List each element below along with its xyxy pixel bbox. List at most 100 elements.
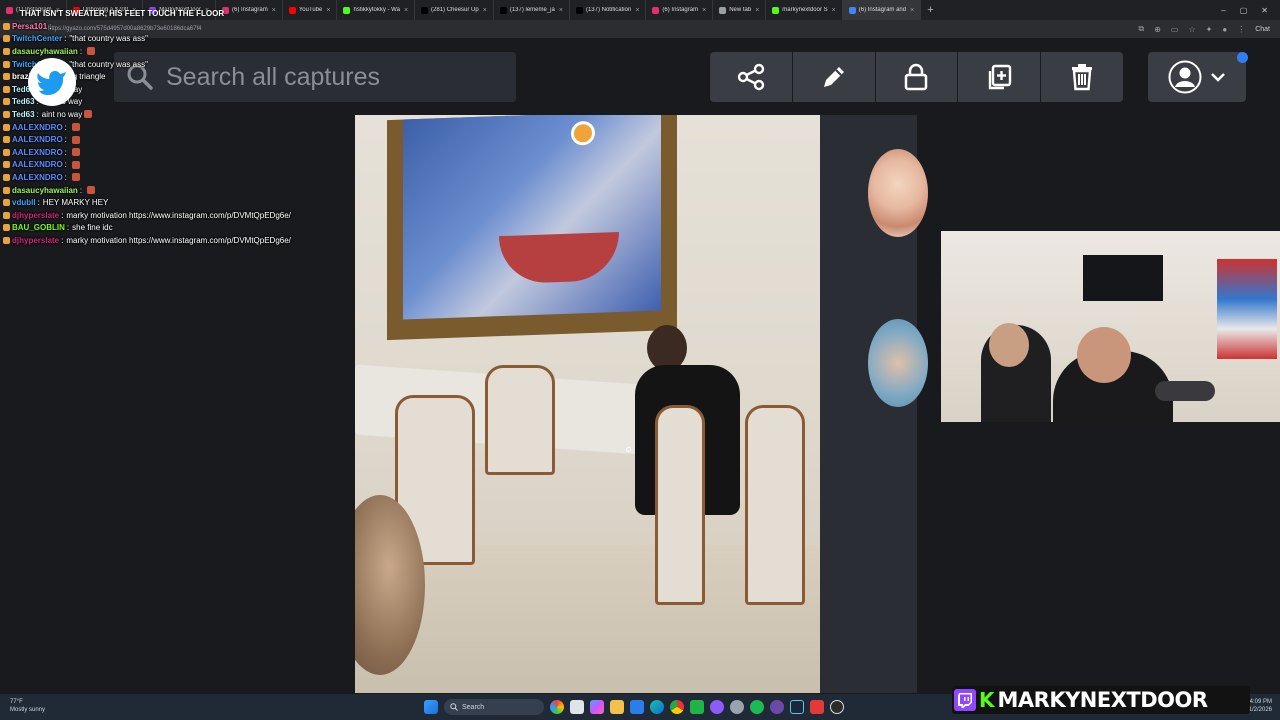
chat-username[interactable]: AALEXNDRO: [12, 173, 63, 182]
lock-button[interactable]: [875, 52, 958, 102]
chat-username[interactable]: dasaucyhawaiian: [12, 186, 78, 195]
chair: [745, 405, 805, 605]
chat-username[interactable]: Ted63: [12, 97, 35, 106]
chat-message: AALEXNDRO:: [3, 121, 343, 134]
streamer-left-head: [989, 323, 1029, 367]
close-window-icon[interactable]: ✕: [1261, 6, 1268, 15]
browser-tab[interactable]: (6) Instagram and ×: [842, 0, 922, 20]
browser-tab[interactable]: (281) Cheesur Up ×: [415, 0, 494, 20]
chat-username[interactable]: AALEXNDRO: [12, 160, 63, 169]
thumbnail[interactable]: [868, 319, 928, 407]
pencil-icon: [823, 67, 844, 87]
tab-favicon-icon: [848, 6, 856, 14]
chat-button[interactable]: Chat: [1255, 26, 1270, 33]
new-tab-icon[interactable]: +: [921, 4, 939, 16]
tab-close-icon[interactable]: ×: [404, 7, 408, 14]
minimize-icon[interactable]: –: [1221, 6, 1225, 15]
chat-text: "that country was ass": [69, 59, 148, 69]
delete-button[interactable]: [1041, 52, 1123, 102]
edit-button[interactable]: [792, 52, 875, 102]
thumbnail[interactable]: [868, 149, 928, 237]
chat-badge-icon: [3, 236, 10, 244]
edge-icon[interactable]: [650, 700, 664, 714]
chat-separator: :: [64, 135, 67, 145]
chat-username[interactable]: TwitchCenter: [12, 34, 62, 43]
tab-close-icon[interactable]: ×: [755, 7, 759, 14]
webcam-overlay: [941, 231, 1280, 422]
chrome-icon[interactable]: [670, 700, 684, 714]
chat-message: djhyperslate: marky motivation https://ww…: [3, 234, 343, 247]
twitch-logo-icon: [954, 689, 976, 711]
menu-icon[interactable]: ⋮: [1237, 25, 1245, 34]
streamer-brand-banner: K MARKYNEXTDOOR: [952, 686, 1250, 714]
purple-app-icon[interactable]: [710, 700, 724, 714]
spotify-icon[interactable]: [750, 700, 764, 714]
tab-close-icon[interactable]: ×: [272, 7, 276, 14]
browser-tab[interactable]: New tab ×: [713, 0, 767, 20]
chat-emote-icon: [71, 173, 80, 182]
tab-close-icon[interactable]: ×: [702, 7, 706, 14]
tab-close-icon[interactable]: ×: [635, 7, 639, 14]
bookmark-star-icon[interactable]: ☆: [1188, 25, 1195, 34]
green-app-icon[interactable]: [690, 700, 704, 714]
windows-start-icon[interactable]: [424, 700, 438, 714]
chat-separator: :: [79, 46, 83, 56]
chair: [655, 405, 705, 605]
webcam-poster: [1217, 259, 1277, 359]
browser-tab[interactable]: markynextdoor S ×: [766, 0, 843, 20]
chat-username[interactable]: djhyperslate: [12, 236, 59, 245]
browser-tab[interactable]: (137) lememe_ja ×: [494, 0, 570, 20]
maximize-icon[interactable]: ▢: [1240, 6, 1248, 15]
chatgpt-icon[interactable]: [830, 700, 844, 714]
file-explorer-icon[interactable]: [610, 700, 624, 714]
translate-icon[interactable]: ⧉: [1139, 24, 1145, 34]
tab-title: hstikkytokky - Wa: [353, 7, 400, 13]
chat-username[interactable]: BAU_GOBLIN: [12, 223, 65, 232]
weather-widget[interactable]: 77°F Mostly sunny: [10, 698, 45, 714]
taskbar-search[interactable]: Search: [444, 699, 544, 715]
settings-icon[interactable]: [730, 700, 744, 714]
chair: [485, 365, 555, 475]
chat-badge-icon: [3, 173, 10, 181]
tab-close-icon[interactable]: ×: [910, 7, 914, 14]
task-view-icon[interactable]: [570, 700, 584, 714]
browser-tab[interactable]: YouTube ×: [283, 0, 338, 20]
chat-username[interactable]: AALEXNDRO: [12, 123, 63, 132]
tab-title: New tab: [729, 7, 752, 13]
capture-image[interactable]: [355, 115, 820, 693]
chat-username[interactable]: Ted63: [12, 110, 35, 119]
chat-message: BAU_GOBLIN: she fine idc: [3, 222, 343, 235]
stream-chat: Persa101: TwitchCenter: "that country was …: [3, 20, 343, 247]
obs-icon[interactable]: [770, 700, 784, 714]
tab-close-icon[interactable]: ×: [559, 7, 563, 14]
chat-username[interactable]: djhyperslate: [12, 211, 59, 220]
cast-icon[interactable]: ▭: [1171, 25, 1179, 34]
account-menu-button[interactable]: [1148, 52, 1246, 102]
tab-close-icon[interactable]: ×: [326, 7, 330, 14]
chat-username[interactable]: AALEXNDRO: [12, 148, 63, 157]
browser-tab[interactable]: hstikkytokky - Wa ×: [337, 0, 416, 20]
tab-favicon-icon: [499, 6, 507, 14]
chat-username[interactable]: vdubll: [12, 198, 36, 207]
extension-icon[interactable]: ✦: [1206, 25, 1213, 34]
duplicate-button[interactable]: [958, 52, 1041, 102]
tab-title: (137) lememe_ja: [509, 7, 555, 13]
tab-close-icon[interactable]: ×: [483, 7, 487, 14]
steam-icon[interactable]: [790, 700, 804, 714]
tab-close-icon[interactable]: ×: [832, 7, 836, 14]
chat-message: djhyperslate: marky motivation https://ww…: [3, 209, 343, 222]
store-icon[interactable]: [630, 700, 644, 714]
browser-tab[interactable]: (137) Notification ×: [570, 0, 647, 20]
red-app-icon[interactable]: [810, 700, 824, 714]
chat-username[interactable]: dasaucyhawaiian: [12, 47, 78, 56]
chat-username[interactable]: AALEXNDRO: [12, 135, 63, 144]
browser-tab[interactable]: (6) Instagram ×: [216, 0, 283, 20]
painting-bowl: [499, 231, 619, 285]
colorful-app-icon[interactable]: [550, 700, 564, 714]
share-button[interactable]: [710, 52, 792, 102]
zoom-icon[interactable]: ⊕: [1154, 25, 1161, 34]
copilot-icon[interactable]: [590, 700, 604, 714]
browser-tab[interactable]: (6) Instagram ×: [646, 0, 714, 20]
chat-username[interactable]: Persa101: [12, 22, 47, 31]
profile-icon[interactable]: ●: [1222, 25, 1227, 34]
